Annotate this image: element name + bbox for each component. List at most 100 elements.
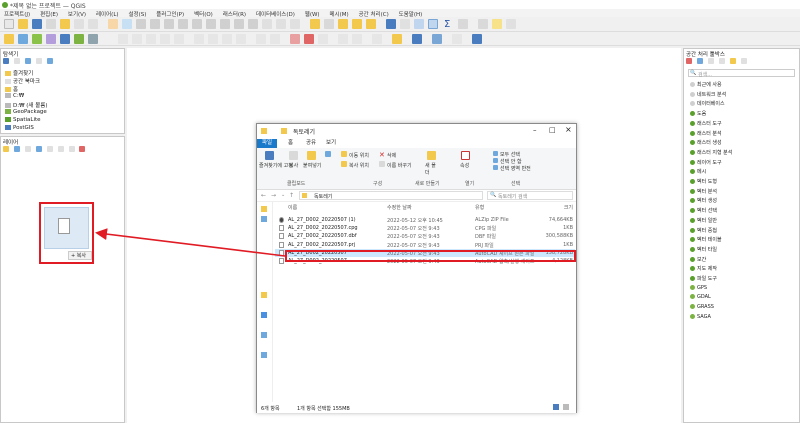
this-pc-icon[interactable] xyxy=(261,332,267,338)
close-icon[interactable]: × xyxy=(565,125,572,134)
select-all-icon[interactable] xyxy=(493,151,498,156)
current-edits-icon[interactable] xyxy=(118,34,128,44)
toolbox-item[interactable]: GRASS xyxy=(690,304,714,310)
browser-item-spatialite[interactable]: SpatiaLite xyxy=(5,117,41,123)
back-icon[interactable]: ← xyxy=(261,192,266,199)
print-layout-icon[interactable] xyxy=(74,19,84,29)
explorer-search-input[interactable]: 🔍 독토레기 검색 xyxy=(487,191,573,200)
move-label-icon[interactable] xyxy=(338,34,348,44)
attributes-icon[interactable] xyxy=(324,19,334,29)
layout-manager-icon[interactable] xyxy=(88,19,98,29)
undo-icon[interactable] xyxy=(256,34,266,44)
copy-to-icon[interactable] xyxy=(341,161,347,167)
zoom-layer-icon[interactable] xyxy=(206,19,216,29)
browser-item-d-drive[interactable]: D:₩ (새 볼륨) xyxy=(5,101,48,109)
navigation-pane[interactable] xyxy=(257,202,273,402)
filter-legend-icon[interactable] xyxy=(35,146,42,152)
minimize-icon[interactable]: – xyxy=(533,126,537,134)
measure-icon[interactable] xyxy=(458,19,468,29)
text-annotation-icon[interactable] xyxy=(506,19,516,29)
zoom-last-icon[interactable] xyxy=(234,19,244,29)
temporal-controller-icon[interactable] xyxy=(276,19,286,29)
toolbox-item[interactable]: 래스터 지형 분석 xyxy=(690,149,732,156)
edit-icon[interactable] xyxy=(729,58,736,64)
quick-access-icon[interactable] xyxy=(261,206,267,212)
rename-icon[interactable] xyxy=(379,161,385,167)
toolbox-item[interactable]: 파일 도구 xyxy=(690,275,717,282)
toolbox-item[interactable]: 래스터 도구 xyxy=(690,120,722,127)
add-layers-icon[interactable] xyxy=(13,58,20,64)
zoom-next-icon[interactable] xyxy=(248,19,258,29)
toolbox-item[interactable]: 메시 xyxy=(690,168,706,175)
cut-icon[interactable] xyxy=(325,151,331,157)
filter-icon[interactable] xyxy=(24,58,31,64)
properties-icon[interactable] xyxy=(46,58,53,64)
options-icon[interactable] xyxy=(740,58,747,64)
copy-to-label[interactable]: 복사 위치 xyxy=(349,162,369,169)
paste-features-icon[interactable] xyxy=(236,34,246,44)
toolbox-item[interactable]: 보간 xyxy=(690,256,706,263)
copy-icon[interactable] xyxy=(289,151,298,160)
toolbox-item[interactable]: 벡터 생성 xyxy=(690,197,717,204)
move-to-icon[interactable] xyxy=(341,151,347,157)
scripts-icon[interactable] xyxy=(696,58,703,64)
pan-selection-icon[interactable] xyxy=(122,19,132,29)
add-postgis-icon[interactable] xyxy=(60,34,70,44)
toolbox-item[interactable]: GDAL xyxy=(690,294,711,300)
select-value-icon[interactable] xyxy=(352,19,362,29)
zoom-in-icon[interactable] xyxy=(136,19,146,29)
toolbox-item[interactable]: 지도 제작 xyxy=(690,265,717,272)
refresh-icon[interactable] xyxy=(3,58,9,64)
filter-expression-icon[interactable] xyxy=(46,146,53,152)
new-project-icon[interactable] xyxy=(4,19,14,29)
browser-item-geopackage[interactable]: GeoPackage xyxy=(5,109,47,115)
recent-locations-icon[interactable]: ⌄ xyxy=(281,192,285,198)
rotate-label-icon[interactable] xyxy=(352,34,362,44)
move-to-label[interactable]: 이동 위치 xyxy=(349,152,369,159)
toolbox-item[interactable]: GPS xyxy=(690,284,707,291)
save-as-icon[interactable] xyxy=(46,19,56,29)
add-vector-icon[interactable] xyxy=(18,34,28,44)
add-wms-icon[interactable] xyxy=(88,34,98,44)
invert-selection-icon[interactable] xyxy=(493,165,498,170)
nav-folder-icon[interactable] xyxy=(261,216,267,222)
refresh-icon[interactable] xyxy=(290,19,300,29)
identify-icon[interactable] xyxy=(310,19,320,29)
select-none-icon[interactable] xyxy=(493,158,498,163)
new-map-view-icon[interactable] xyxy=(262,19,272,29)
file-row[interactable]: AL_27_D002_20220507 (1) 2022-05-12 오후 10:… xyxy=(275,216,575,224)
maximize-icon[interactable]: □ xyxy=(549,126,556,134)
plugin-d-icon[interactable] xyxy=(452,34,462,44)
show-labels-icon[interactable] xyxy=(318,34,328,44)
pin-labels-icon[interactable] xyxy=(304,34,314,44)
change-label-icon[interactable] xyxy=(372,34,382,44)
remove-layer-icon[interactable] xyxy=(79,146,86,152)
file-row[interactable]: AL_27_D002_20220507.prj 2022-05-07 오전 9:4… xyxy=(275,241,575,249)
tab-share[interactable]: 공유 xyxy=(301,139,321,148)
tab-home[interactable]: 홈 xyxy=(283,139,298,148)
plugin-b-icon[interactable] xyxy=(412,34,422,44)
field-calculator-icon[interactable] xyxy=(400,19,410,29)
column-type[interactable]: 유형 xyxy=(475,204,484,211)
toolbox-item[interactable]: 벡터 선택 xyxy=(690,207,717,214)
properties-check-icon[interactable] xyxy=(461,151,470,160)
browser-item-postgis[interactable]: PostGIS xyxy=(5,125,34,131)
settings-gear-icon[interactable] xyxy=(428,19,438,29)
label-tool-icon[interactable] xyxy=(290,34,300,44)
zoom-selection-icon[interactable] xyxy=(192,19,202,29)
toolbox-item[interactable]: 벡터 도형 xyxy=(690,178,717,185)
new-folder-icon[interactable] xyxy=(427,151,436,160)
column-size[interactable]: 크기 xyxy=(564,204,573,211)
digitize-icon[interactable] xyxy=(160,34,170,44)
browser-item-bookmarks[interactable]: 공간 북마크 xyxy=(5,77,40,85)
select-features-icon[interactable] xyxy=(338,19,348,29)
network-icon[interactable] xyxy=(261,352,267,358)
history-icon[interactable] xyxy=(707,58,714,64)
toolbox-item[interactable]: 네트워크 분석 xyxy=(690,91,726,98)
delete-selected-icon[interactable] xyxy=(194,34,204,44)
plugin-a-icon[interactable] xyxy=(392,34,402,44)
models-icon[interactable] xyxy=(686,58,692,64)
toolbox-item[interactable]: 벡터 일반 xyxy=(690,217,717,224)
plugin-e-icon[interactable] xyxy=(472,34,482,44)
zoom-full-icon[interactable] xyxy=(178,19,188,29)
